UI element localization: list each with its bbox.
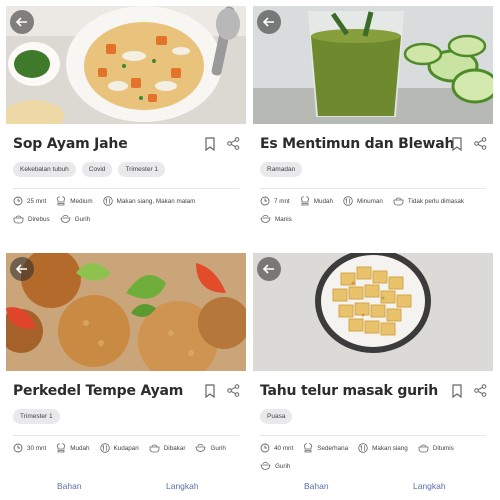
share-icon[interactable] xyxy=(474,137,487,150)
tab-bahan[interactable]: Bahan xyxy=(57,481,82,491)
recipe-meta: 30 mnt Mudah Kudapan Dibakar Gurih xyxy=(6,436,246,454)
chef-hat-icon xyxy=(57,443,66,453)
recipe-photo xyxy=(6,6,246,124)
clock-icon xyxy=(13,196,23,206)
recipe-photo xyxy=(6,253,246,371)
back-button[interactable] xyxy=(257,10,281,34)
meta-method: Tidak perlu dimasak xyxy=(393,195,464,207)
tag-list: Trimester 1 xyxy=(6,407,246,429)
tag[interactable]: Trimester 1 xyxy=(118,162,166,177)
bookmark-icon[interactable] xyxy=(204,137,216,151)
meta-taste: Manis xyxy=(260,213,292,225)
back-button[interactable] xyxy=(257,257,281,281)
meta-method: Direbus xyxy=(13,213,50,225)
back-button[interactable] xyxy=(10,10,34,34)
meta-method: Dibakar xyxy=(149,442,185,454)
meta-time: 25 mnt xyxy=(13,195,46,207)
utensils-icon xyxy=(343,196,353,206)
meta-time: 30 mnt xyxy=(13,442,46,454)
meta-meal: Makan siang, Makan malam xyxy=(102,195,195,207)
utensils-icon xyxy=(99,443,110,453)
meta-difficulty: Medium xyxy=(56,195,93,207)
recipe-title: Sop Ayam Jahe xyxy=(13,136,128,152)
meta-meal: Kudapan xyxy=(99,442,139,454)
recipe-meta: 7 mnt Mudah Minuman Tidak perlu dimasak … xyxy=(253,189,493,225)
tab-bahan[interactable]: Bahan xyxy=(304,481,329,491)
bowl-icon xyxy=(260,215,271,223)
clock-icon xyxy=(260,443,270,453)
meta-taste: Gurih xyxy=(60,213,90,225)
meta-meal: Minuman xyxy=(343,195,383,207)
bowl-icon xyxy=(260,462,271,470)
recipe-title: Tahu telur masak gurih xyxy=(260,383,438,399)
utensils-icon xyxy=(102,196,113,206)
back-button[interactable] xyxy=(10,257,34,281)
bottom-tabs: Bahan Langkah Bahan Langkah xyxy=(0,477,500,497)
bookmark-icon[interactable] xyxy=(451,384,463,398)
tag[interactable]: Kekebalan tubuh xyxy=(13,162,76,177)
bowl-icon xyxy=(196,444,206,452)
meta-meal: Makan siang xyxy=(358,442,408,454)
tab-langkah[interactable]: Langkah xyxy=(166,481,199,491)
chef-hat-icon xyxy=(57,196,66,206)
recipe-photo xyxy=(253,6,493,124)
recipe-card-sop-ayam-jahe[interactable]: Sop Ayam Jahe Kekebalan tubuh Covid Trim… xyxy=(6,6,246,225)
pot-icon xyxy=(13,215,24,224)
arrow-left-icon xyxy=(262,17,274,27)
meta-taste: Gurih xyxy=(260,460,290,472)
arrow-left-icon xyxy=(262,264,274,274)
share-icon[interactable] xyxy=(227,137,240,150)
chef-hat-icon xyxy=(300,196,309,206)
meta-taste: Gurih xyxy=(195,442,226,454)
tag-list: Ramadan xyxy=(253,160,493,182)
share-icon[interactable] xyxy=(227,384,240,397)
meta-time: 40 mnt xyxy=(260,442,293,454)
meta-difficulty: Mudah xyxy=(300,195,333,207)
meta-method: Ditumis xyxy=(418,442,454,454)
recipe-card-tahu-telur[interactable]: Tahu telur masak gurih Puasa 40 mnt Sede… xyxy=(253,253,493,472)
pot-icon xyxy=(418,444,429,453)
pot-icon xyxy=(149,444,160,453)
clock-icon xyxy=(260,196,270,206)
pot-icon xyxy=(393,197,404,206)
tag[interactable]: Ramadan xyxy=(260,162,303,177)
tab-langkah[interactable]: Langkah xyxy=(413,481,446,491)
bookmark-icon[interactable] xyxy=(451,137,463,151)
chef-hat-icon xyxy=(304,443,313,453)
bowl-icon xyxy=(60,215,71,223)
meta-difficulty: Mudah xyxy=(56,442,90,454)
recipe-meta: 40 mnt Sederhana Makan siang Ditumis Gur… xyxy=(253,436,493,472)
recipe-title: Perkedel Tempe Ayam xyxy=(13,383,184,399)
recipe-meta: 25 mnt Medium Makan siang, Makan malam D… xyxy=(6,189,246,225)
meta-time: 7 mnt xyxy=(260,195,290,207)
tag[interactable]: Puasa xyxy=(260,409,293,424)
arrow-left-icon xyxy=(15,17,27,27)
tag-list: Kekebalan tubuh Covid Trimester 1 xyxy=(6,160,246,182)
recipe-card-perkedel-tempe[interactable]: Perkedel Tempe Ayam Trimester 1 30 mnt M… xyxy=(6,253,246,454)
share-icon[interactable] xyxy=(474,384,487,397)
utensils-icon xyxy=(358,443,368,453)
recipe-photo xyxy=(253,253,493,371)
recipe-card-es-mentimun[interactable]: Es Mentimun dan Blewah Ramadan 7 mnt Mud… xyxy=(253,6,493,225)
clock-icon xyxy=(13,443,23,453)
bookmark-icon[interactable] xyxy=(204,384,216,398)
tag[interactable]: Trimester 1 xyxy=(13,409,60,424)
recipe-title: Es Mentimun dan Blewah xyxy=(260,136,455,152)
arrow-left-icon xyxy=(15,264,27,274)
tag-list: Puasa xyxy=(253,407,493,429)
tag[interactable]: Covid xyxy=(81,162,113,177)
meta-difficulty: Sederhana xyxy=(303,442,348,454)
